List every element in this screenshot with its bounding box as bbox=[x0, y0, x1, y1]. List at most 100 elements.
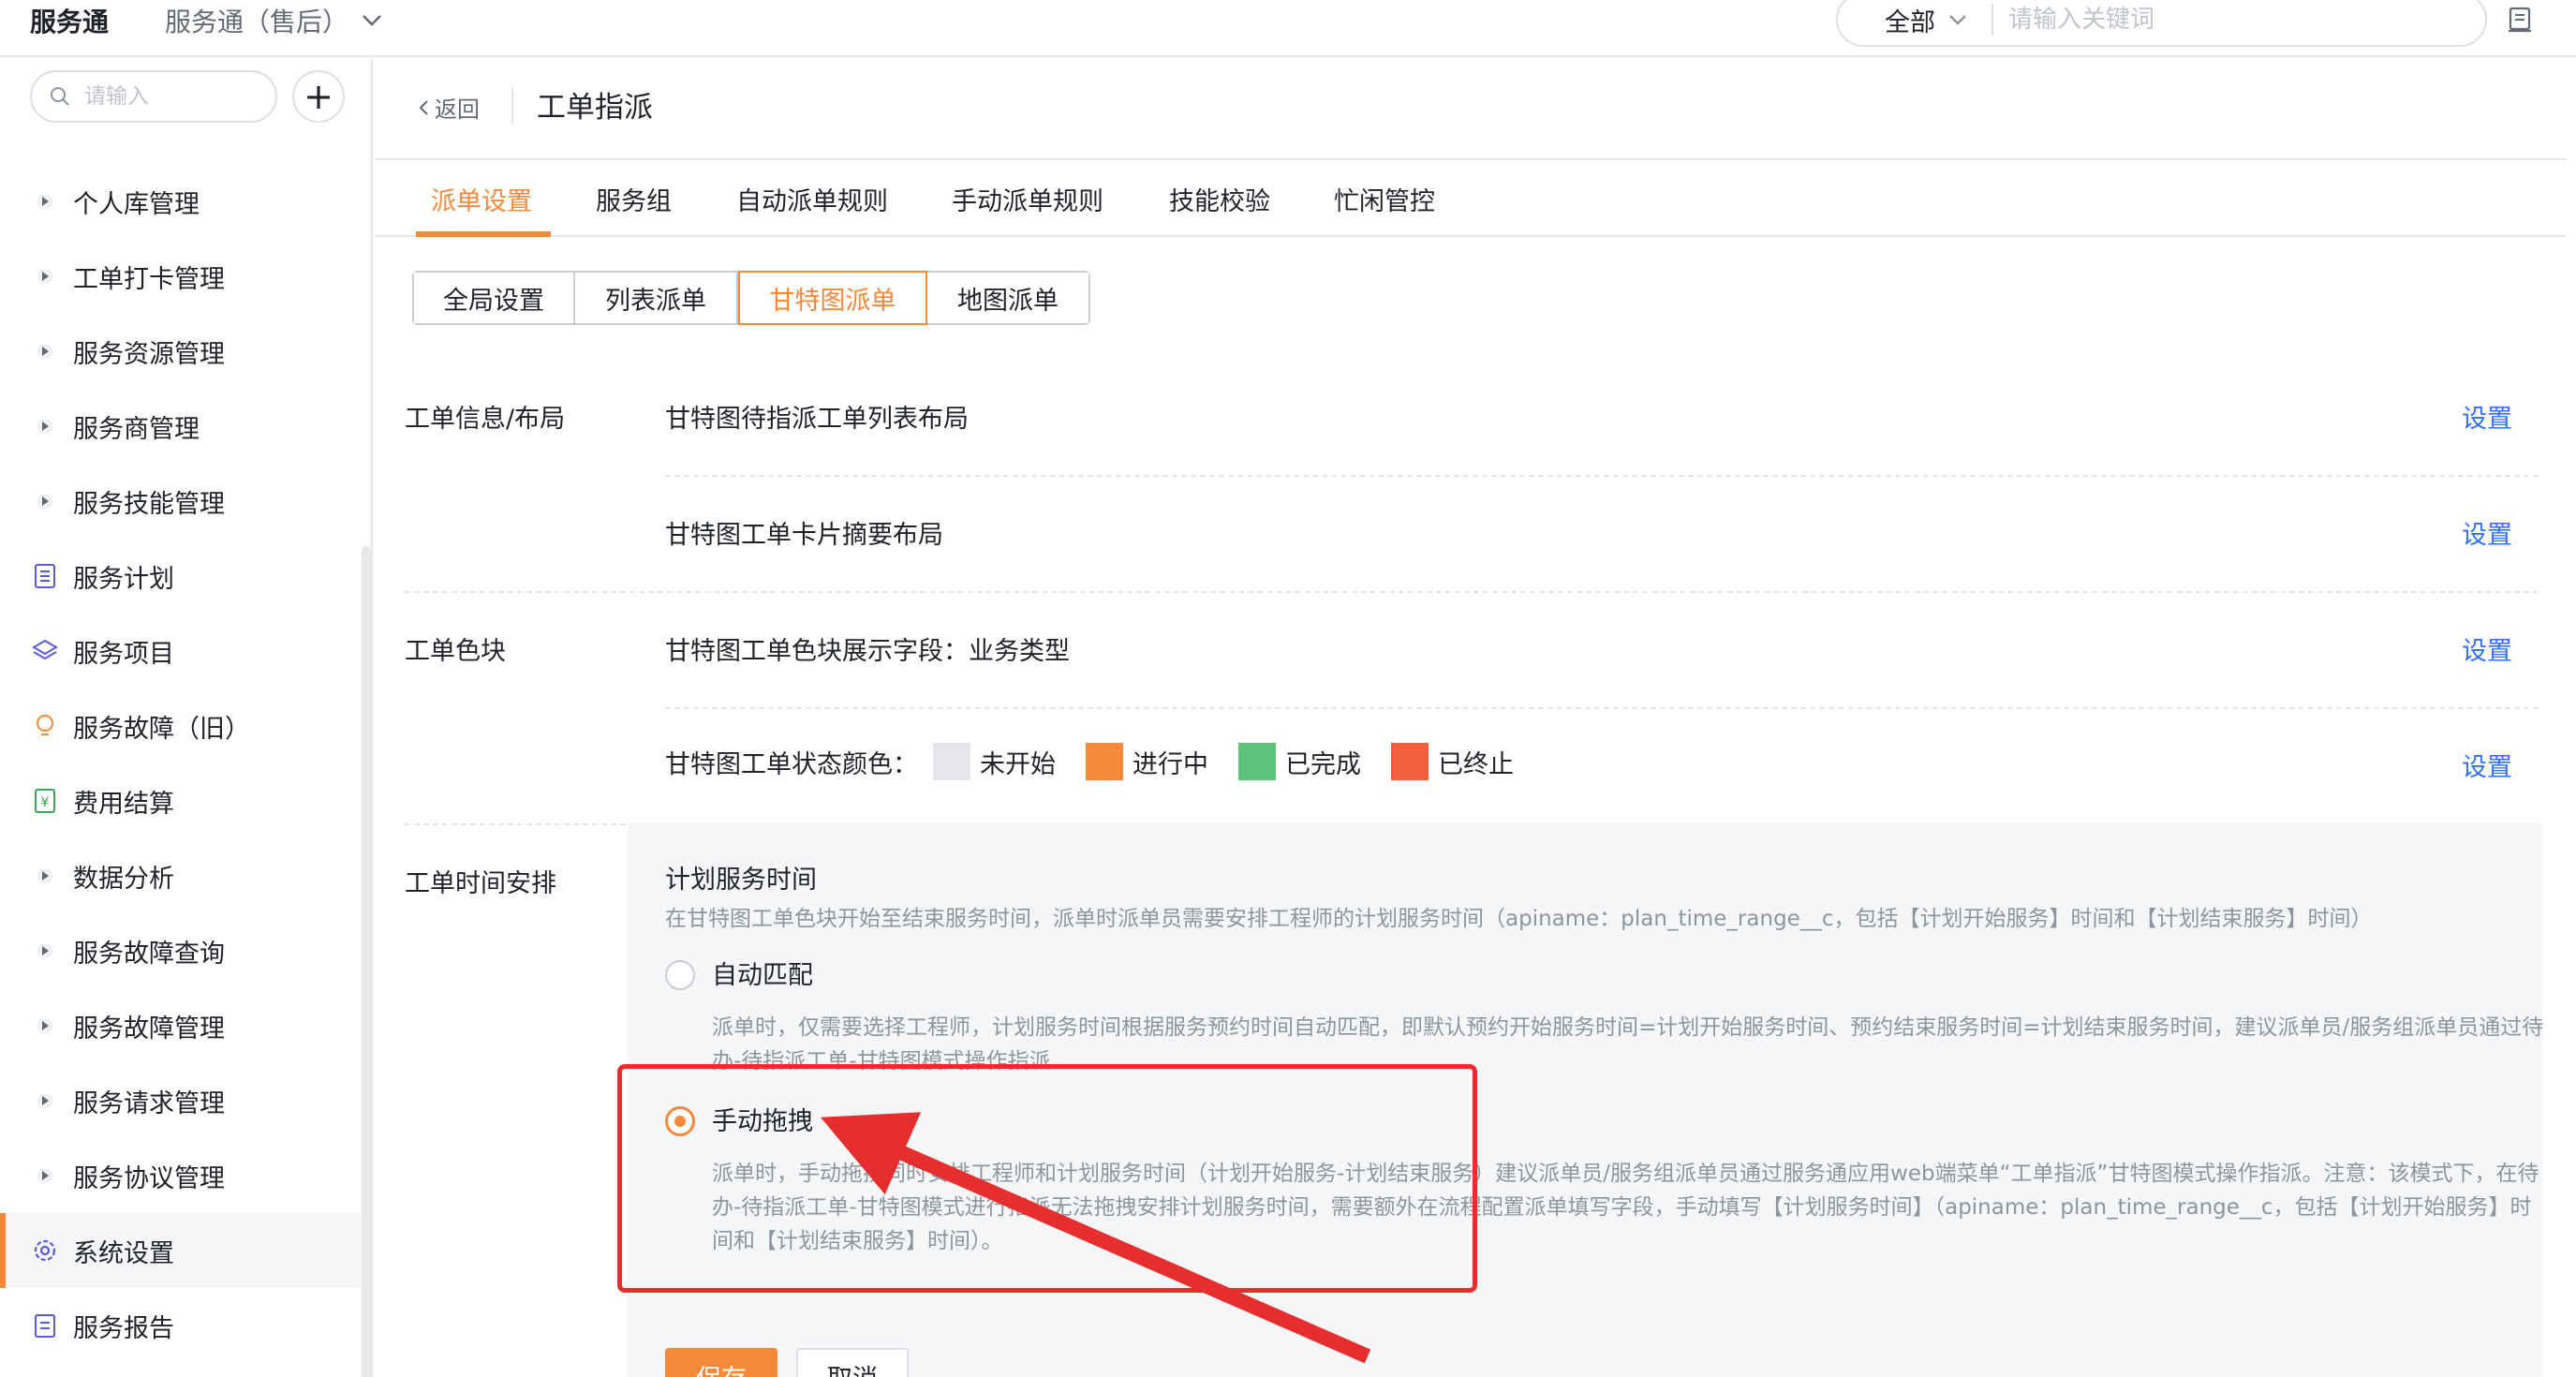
segment-list[interactable]: 列表派单 bbox=[575, 273, 738, 323]
segment-gantt[interactable]: 甘特图派单 bbox=[738, 271, 927, 325]
time-section-label: 工单时间安排 bbox=[405, 869, 556, 898]
gantt-card-layout: 甘特图工单卡片摘要布局 bbox=[665, 521, 943, 550]
sidebar-item[interactable]: 个人库管理 bbox=[0, 164, 365, 239]
sidebar-item-label: 服务故障（旧） bbox=[73, 714, 250, 744]
plan-time-panel: 计划服务时间 在甘特图工单色块开始至结束服务时间，派单时派单员需要安排工程师的计… bbox=[628, 823, 2543, 1377]
dispatch-mode-segmented: 全局设置 列表派单 甘特图派单 地图派单 bbox=[412, 271, 1090, 325]
status-label: 已终止 bbox=[1438, 749, 1514, 779]
sidebar-item-label: 数据分析 bbox=[73, 864, 174, 894]
gear-icon bbox=[32, 1237, 58, 1264]
sidebar-item[interactable]: 服务报告 bbox=[0, 1288, 365, 1363]
sidebar-item[interactable]: 服务故障管理 bbox=[0, 988, 365, 1063]
status-color-swatch bbox=[1238, 743, 1276, 780]
cancel-button[interactable]: 取消 bbox=[796, 1348, 909, 1377]
gantt-list-layout: 甘特图待指派工单列表布局 bbox=[665, 405, 969, 434]
tab-busy-control[interactable]: 忙闲管控 bbox=[1334, 181, 1435, 217]
row-divider bbox=[665, 475, 2539, 477]
status-legend-item: 进行中 bbox=[1086, 743, 1208, 780]
sidebar-item-label: 服务协议管理 bbox=[73, 1163, 225, 1193]
sidebar-item[interactable]: 工单打卡管理 bbox=[0, 239, 365, 314]
section-divider bbox=[405, 591, 2539, 593]
plan-time-description: 在甘特图工单色块开始至结束服务时间，派单时派单员需要安排工程师的计划服务时间（a… bbox=[665, 907, 2373, 931]
layout-section-label: 工单信息/布局 bbox=[405, 405, 566, 434]
sidebar-search-input[interactable] bbox=[84, 84, 253, 109]
sidebar-item[interactable]: 数据分析 bbox=[0, 838, 365, 913]
notice-icon[interactable] bbox=[2507, 6, 2535, 34]
sidebar-item-label: 服务故障管理 bbox=[73, 1014, 225, 1044]
status-legend-item: 已完成 bbox=[1238, 743, 1361, 780]
sidebar-item[interactable]: 服务故障查询 bbox=[0, 913, 365, 988]
sidebar-item-label: 个人库管理 bbox=[73, 189, 200, 219]
sidebar-item-label: 费用结算 bbox=[73, 789, 174, 819]
sidebar-item[interactable]: 系统设置 bbox=[0, 1213, 365, 1288]
bulb-icon bbox=[32, 713, 58, 739]
sidebar-item-label: 服务商管理 bbox=[73, 414, 200, 444]
global-search: 全部 bbox=[1836, 0, 2487, 47]
sidebar-item-label: 服务故障查询 bbox=[73, 939, 225, 969]
caret-right-icon bbox=[32, 938, 58, 964]
gantt-color-field-set-link[interactable]: 设置 bbox=[2462, 630, 2512, 667]
sidebar-item-label: 系统设置 bbox=[73, 1238, 174, 1268]
sidebar-item[interactable]: 服务计划 bbox=[0, 539, 365, 614]
search-scope-select[interactable]: 全部 bbox=[1838, 4, 1993, 37]
sidebar-item[interactable]: 服务项目 bbox=[0, 614, 365, 688]
gantt-list-layout-set-link[interactable]: 设置 bbox=[2462, 398, 2512, 435]
app-switcher-label: 服务通（售后） bbox=[165, 7, 349, 37]
tab-service-group[interactable]: 服务组 bbox=[596, 181, 672, 217]
segment-map[interactable]: 地图派单 bbox=[927, 273, 1088, 323]
sidebar: + 个人库管理工单打卡管理服务资源管理服务商管理服务技能管理服务计划服务项目服务… bbox=[0, 59, 373, 1377]
sidebar-item[interactable]: 服务技能管理 bbox=[0, 464, 365, 539]
color-section-label: 工单色块 bbox=[405, 637, 506, 666]
save-button[interactable]: 保存 bbox=[665, 1348, 777, 1377]
auto-match-label[interactable]: 自动匹配 bbox=[712, 955, 813, 991]
sidebar-item[interactable]: 服务商管理 bbox=[0, 389, 365, 464]
yen-doc-icon: ¥ bbox=[32, 788, 58, 814]
status-color-swatch bbox=[1391, 743, 1429, 780]
chevron-down-icon bbox=[1949, 15, 1966, 25]
manual-drag-label[interactable]: 手动拖拽 bbox=[712, 1101, 813, 1137]
caret-right-icon bbox=[32, 188, 58, 215]
back-link[interactable]: 返回 bbox=[418, 91, 480, 124]
manual-drag-radio[interactable] bbox=[665, 1106, 695, 1136]
global-search-input[interactable] bbox=[1993, 6, 2387, 34]
search-icon bbox=[51, 87, 69, 106]
sidebar-item-label: 服务计划 bbox=[73, 564, 174, 594]
status-color-set-link[interactable]: 设置 bbox=[2462, 747, 2512, 783]
main-content: 返回 工单指派 派单设置 服务组 自动派单规则 手动派单规则 技能校验 忙闲管控… bbox=[375, 59, 2576, 1377]
active-tab-indicator bbox=[416, 231, 551, 237]
caret-right-icon bbox=[32, 1088, 58, 1114]
back-label: 返回 bbox=[435, 96, 480, 123]
add-menu-button[interactable]: + bbox=[292, 70, 345, 123]
sidebar-item[interactable]: 服务故障（旧） bbox=[0, 688, 365, 763]
status-label: 进行中 bbox=[1133, 749, 1208, 779]
sidebar-item[interactable]: 服务协议管理 bbox=[0, 1138, 365, 1213]
report-icon bbox=[32, 1312, 58, 1339]
sidebar-item[interactable]: 服务报告 bbox=[0, 1363, 365, 1377]
tab-manual-dispatch-rules[interactable]: 手动派单规则 bbox=[952, 181, 1103, 217]
segment-global[interactable]: 全局设置 bbox=[414, 273, 575, 323]
sidebar-item[interactable]: ¥ 费用结算 bbox=[0, 763, 365, 838]
layers-icon bbox=[32, 638, 58, 664]
plan-time-title: 计划服务时间 bbox=[665, 866, 817, 895]
header-divider bbox=[511, 87, 513, 125]
status-label: 未开始 bbox=[980, 749, 1056, 779]
sidebar-item-label: 服务技能管理 bbox=[73, 489, 225, 519]
sidebar-item[interactable]: 服务资源管理 bbox=[0, 314, 365, 389]
app-name: 服务通 bbox=[30, 7, 110, 37]
status-label: 已完成 bbox=[1285, 749, 1361, 779]
svg-text:¥: ¥ bbox=[41, 795, 50, 810]
sidebar-item[interactable]: 服务请求管理 bbox=[0, 1063, 365, 1138]
tab-dispatch-settings[interactable]: 派单设置 bbox=[431, 181, 532, 217]
gantt-color-field: 甘特图工单色块展示字段：业务类型 bbox=[665, 637, 1070, 666]
sidebar-search bbox=[30, 70, 277, 123]
status-color-label: 甘特图工单状态颜色： bbox=[665, 749, 918, 779]
sidebar-item-label: 服务项目 bbox=[73, 639, 174, 669]
gantt-card-layout-set-link[interactable]: 设置 bbox=[2462, 514, 2512, 551]
caret-right-icon bbox=[32, 338, 58, 364]
auto-match-radio[interactable] bbox=[665, 960, 695, 990]
tab-auto-dispatch-rules[interactable]: 自动派单规则 bbox=[736, 181, 888, 217]
sidebar-item-label: 服务资源管理 bbox=[73, 339, 225, 369]
sidebar-scrollbar[interactable] bbox=[362, 546, 371, 1377]
tab-skill-check[interactable]: 技能校验 bbox=[1169, 181, 1270, 217]
app-switcher[interactable]: 服务通（售后） bbox=[165, 2, 382, 39]
